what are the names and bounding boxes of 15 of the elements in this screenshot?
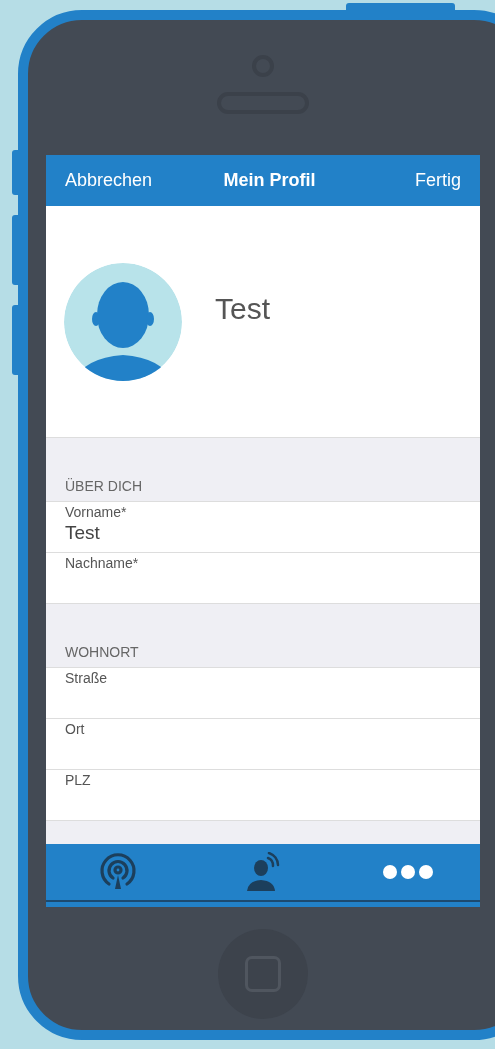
form-field[interactable]: Straße	[46, 668, 480, 719]
section-header: ÜBER DICH	[65, 478, 142, 494]
person-signal-icon[interactable]	[246, 852, 280, 892]
broadcast-icon[interactable]	[99, 853, 138, 891]
profile-name: Test	[215, 291, 271, 326]
form-field[interactable]: Nachname*	[46, 553, 480, 604]
done-button[interactable]: Fertig	[414, 170, 461, 191]
cancel-button[interactable]: Abbrechen	[65, 170, 153, 191]
form-field[interactable]: Ort	[46, 719, 480, 770]
section-header: WOHNORT	[65, 644, 139, 660]
nav-title: Mein Profil	[223, 170, 316, 191]
form-field[interactable]: Vorname* Test	[46, 502, 480, 553]
form-field[interactable]: PLZ	[46, 770, 480, 821]
avatar-icon[interactable]	[64, 262, 182, 381]
more-icon[interactable]	[381, 864, 434, 880]
